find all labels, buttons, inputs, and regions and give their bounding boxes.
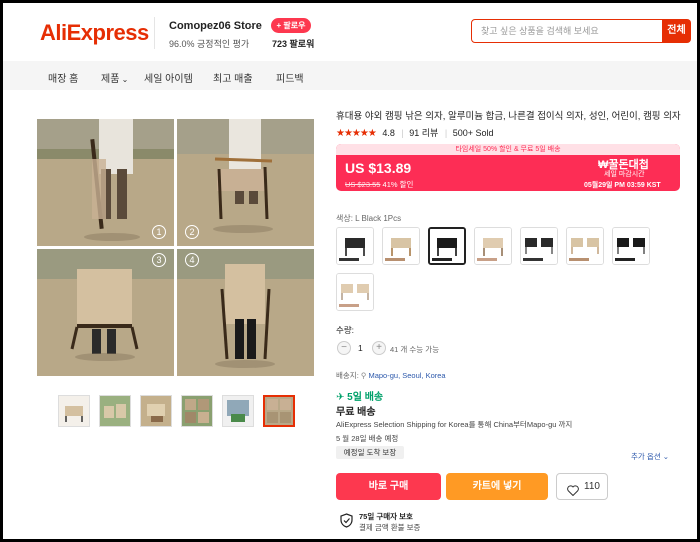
gallery-photo-step-3: 3 xyxy=(37,249,174,376)
rating-row: ★★★★★ 4.8 | 91 리뷰 | 500+ Sold xyxy=(336,128,494,139)
shipping-days: ✈ 5일 배송 xyxy=(336,392,384,403)
ship-location[interactable]: Mapo-gu, Seoul, Korea xyxy=(368,371,445,380)
aliexpress-logo[interactable]: AliExpress xyxy=(40,20,149,46)
thumbnail-2[interactable] xyxy=(99,395,131,427)
product-main-image[interactable]: 1 2 3 4 xyxy=(37,119,314,376)
thumbnail-5[interactable] xyxy=(222,395,254,427)
heart-icon xyxy=(567,481,579,506)
color-swatch-6[interactable] xyxy=(566,227,604,265)
color-label: 색상: L Black 1Pcs xyxy=(336,214,402,223)
quantity-label: 수량: xyxy=(336,325,355,335)
color-swatch-4[interactable] xyxy=(474,227,512,265)
price-banner: 타임세일 50% 할인 & 무료 5일 배송 US $13.89 US $23.… xyxy=(336,144,680,191)
quantity-increase-button[interactable]: + xyxy=(372,341,386,355)
thumbnail-6[interactable] xyxy=(263,395,295,427)
store-header: AliExpress Comopez06 Store ⌄ 96.0% 긍정적인 … xyxy=(3,3,697,61)
buy-now-button[interactable]: 바로 구매 xyxy=(336,473,441,500)
thumbnail-3[interactable] xyxy=(140,395,172,427)
color-swatch-5[interactable] xyxy=(520,227,558,265)
gallery-photo-step-1: 1 xyxy=(37,119,174,246)
header-divider xyxy=(154,17,155,49)
delivery-date: 5 월 28일 배송 예정 xyxy=(336,434,399,443)
wishlist-count: 110 xyxy=(584,481,600,492)
sale-band: 타임세일 50% 할인 & 무료 5일 배송 xyxy=(336,144,680,155)
step-number: 3 xyxy=(152,253,166,267)
color-swatch-1[interactable] xyxy=(336,227,374,265)
free-shipping: 무료 배송 xyxy=(336,407,376,418)
quantity-value[interactable]: 1 xyxy=(358,343,363,353)
sold-count: 500+ Sold xyxy=(452,128,494,138)
gallery-photo-step-4: 4 xyxy=(177,249,314,376)
shipping-description: AliExpress Selection Shipping for Korea를… xyxy=(336,420,573,429)
follow-button[interactable]: + 팔로우 xyxy=(271,18,311,33)
thumbnail-1[interactable] xyxy=(58,395,90,427)
sale-deadline: 05월29일 PM 03:59 KST xyxy=(584,182,661,189)
promo-subtitle: 세일 마감시간 xyxy=(604,171,645,178)
nav-item-store-home[interactable]: 매장 홈 xyxy=(48,70,78,85)
follower-count: 723 팔로워 xyxy=(272,39,315,49)
step-number: 1 xyxy=(152,225,166,239)
shield-check-icon xyxy=(340,513,353,533)
chevron-down-icon[interactable]: ⌄ xyxy=(248,20,255,29)
product-title: 휴대용 야외 캠핑 낚은 의자, 알루미늄 합금, 나른결 접이식 의자, 성인… xyxy=(336,111,681,122)
color-swatch-8[interactable] xyxy=(336,273,374,311)
current-price: US $13.89 xyxy=(345,160,412,176)
rating-value: 4.8 xyxy=(382,128,395,138)
plane-icon: ✈ xyxy=(336,392,345,403)
review-count[interactable]: 91 리뷰 xyxy=(409,128,438,138)
search-input[interactable]: 찾고 싶은 상품을 검색해 보세요 xyxy=(471,19,663,43)
discount-label: 41% 할인 xyxy=(382,180,414,189)
buyer-protection-subtitle: 결제 금액 환불 보증 xyxy=(359,523,421,532)
nav-item-products[interactable]: 제품 ⌄ xyxy=(101,70,128,85)
step-number: 2 xyxy=(185,225,199,239)
chevron-down-icon: ⌄ xyxy=(660,452,670,461)
wishlist-button[interactable]: 110 xyxy=(556,473,608,500)
color-swatch-2[interactable] xyxy=(382,227,420,265)
page-frame: AliExpress Comopez06 Store ⌄ 96.0% 긍정적인 … xyxy=(3,3,697,539)
chevron-down-icon: ⌄ xyxy=(119,75,129,84)
store-nav: 매장 홈 제품 ⌄ 세일 아이템 최고 매출 피드백 xyxy=(3,61,697,90)
star-icon: ★★★★★ xyxy=(336,128,377,139)
nav-item-feedback[interactable]: 피드백 xyxy=(276,70,304,85)
store-rating: 96.0% 긍정적인 평가 xyxy=(169,39,250,49)
gallery-photo-step-2: 2 xyxy=(177,119,314,246)
color-swatch-7[interactable] xyxy=(612,227,650,265)
thumbnail-4[interactable] xyxy=(181,395,213,427)
delivery-guarantee-badge: 예정일 도착 보장 xyxy=(336,446,404,459)
add-to-cart-button[interactable]: 카트에 넣기 xyxy=(446,473,548,500)
quantity-available: 41 개 수능 가능 xyxy=(390,345,440,354)
ship-to-row: 배송지: ⚲ Mapo-gu, Seoul, Korea xyxy=(336,371,446,380)
search-button[interactable]: 전체 xyxy=(662,19,691,43)
color-swatch-3[interactable] xyxy=(428,227,466,265)
nav-item-sale[interactable]: 세일 아이템 xyxy=(144,70,193,85)
original-price: US $23.55 41% 할인 xyxy=(345,180,414,189)
quantity-decrease-button[interactable]: − xyxy=(337,341,351,355)
nav-item-best-selling[interactable]: 최고 매출 xyxy=(213,70,253,85)
buyer-protection-title: 75일 구매자 보호 xyxy=(359,512,413,521)
step-number: 4 xyxy=(185,253,199,267)
more-shipping-options[interactable]: 추가 옵션 ⌄ xyxy=(631,451,669,462)
